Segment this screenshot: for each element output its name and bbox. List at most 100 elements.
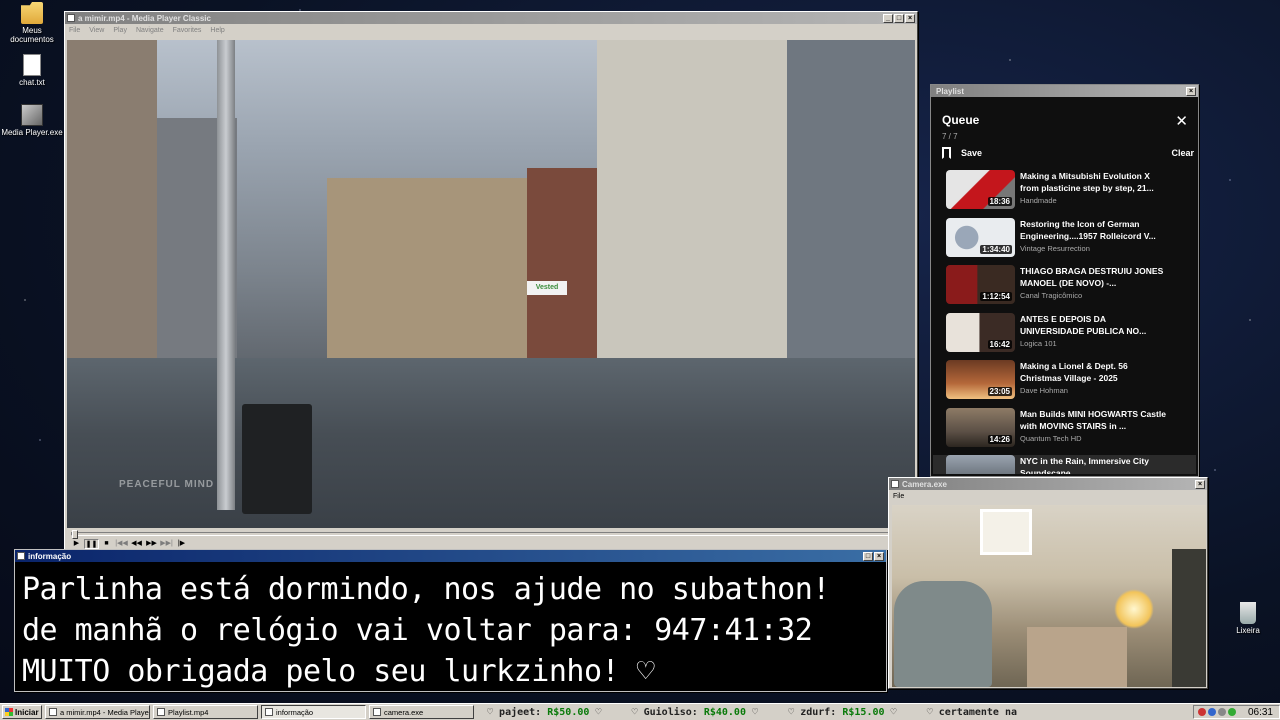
queue-panel: Queue 7 / 7 ✕ Save Clear 18:36 Making a … <box>933 98 1196 474</box>
close-icon[interactable]: ✕ <box>1175 114 1188 129</box>
queue-item[interactable]: 1:12:54 THIAGO BRAGA DESTRUIU JONES MANO… <box>946 265 1196 313</box>
queue-item-current[interactable]: NYC in the Rain, Immersive City Soundsca… <box>933 455 1196 474</box>
menu-play[interactable]: Play <box>113 27 127 34</box>
video-thumbnail: 14:26 <box>946 407 1015 447</box>
maximize-button[interactable]: □ <box>863 551 873 561</box>
video-frame[interactable]: Vested PEACEFUL MIND <box>67 40 915 528</box>
menu-help[interactable]: Help <box>210 27 224 34</box>
save-label: Save <box>961 148 983 158</box>
maximize-button[interactable]: □ <box>894 13 904 23</box>
donation-amount: R$50.00 <box>547 706 590 718</box>
stop-button[interactable]: ■ <box>99 539 114 549</box>
building <box>597 40 787 368</box>
video-title: Man Builds MINI HOGWARTS Castle with MOV… <box>1020 408 1166 431</box>
desktop-icon-chat[interactable]: chat.txt <box>0 54 64 87</box>
video-duration: 1:34:40 <box>980 244 1012 254</box>
heart-icon: ♡ <box>890 706 897 718</box>
channel-name: Logica 101 <box>1020 338 1057 348</box>
save-button[interactable]: Save <box>942 147 982 159</box>
heart-icon: ♡ <box>788 706 801 718</box>
playlist-window[interactable]: Playlist × Queue 7 / 7 ✕ Save Clear 18:3… <box>930 84 1199 477</box>
frame-step-button[interactable]: |▶ <box>174 539 189 549</box>
task-label: informação <box>276 707 314 717</box>
previous-button[interactable]: |◀◀ <box>114 539 129 549</box>
clear-button[interactable]: Clear <box>1171 148 1194 158</box>
menu-view[interactable]: View <box>89 27 104 34</box>
building <box>787 40 915 368</box>
queue-item[interactable]: 23:05 Making a Lionel & Dept. 56 Christm… <box>946 360 1196 408</box>
video-duration: 18:36 <box>987 197 1012 206</box>
channel-name: Dave Hohman <box>1020 386 1068 395</box>
tray-icon[interactable] <box>1197 708 1206 716</box>
info-titlebar[interactable]: informação □ × <box>15 550 886 562</box>
video-title: Making a Mitsubishi Evolution X from pla… <box>1020 171 1154 193</box>
task-info[interactable]: informação <box>261 705 366 719</box>
start-button[interactable]: Iniciar <box>2 705 42 719</box>
camera-titlebar[interactable]: Camera.exe × <box>889 478 1207 490</box>
seek-thumb[interactable] <box>72 530 78 539</box>
heart-icon: ♡ <box>926 706 939 718</box>
task-list: a mimir.mp4 - Media Playe... Playlist.mp… <box>45 705 477 719</box>
queue-item[interactable]: 14:26 Man Builds MINI HOGWARTS Castle wi… <box>946 407 1196 456</box>
menu-navigate[interactable]: Navigate <box>136 27 164 34</box>
desktop-icon-label: Meus documentos <box>10 26 54 44</box>
task-media-player[interactable]: a mimir.mp4 - Media Playe... <box>45 705 150 719</box>
windows-logo-icon <box>5 708 13 716</box>
exe-icon <box>21 104 43 126</box>
pause-button[interactable]: ❚❚ <box>84 539 99 549</box>
info-window[interactable]: informação □ × Parlinha está dormindo, n… <box>14 549 887 692</box>
window-title: informação <box>28 551 72 561</box>
queue-item[interactable]: 16:42 ANTES E DEPOIS DA UNIVERSIDADE PUB… <box>946 312 1196 361</box>
next-button[interactable]: ▶▶| <box>159 539 174 549</box>
desktop-icon-label: chat.txt <box>19 78 45 87</box>
menu-file[interactable]: File <box>69 27 80 34</box>
heart-icon: ♡ <box>595 706 602 718</box>
play-button[interactable]: ▶ <box>69 539 84 549</box>
tray-icon[interactable] <box>1207 708 1216 716</box>
tray-icon[interactable] <box>1227 708 1236 716</box>
camera-window[interactable]: Camera.exe × File <box>888 477 1208 689</box>
recycle-bin-icon <box>1240 602 1256 624</box>
window-title: a mimir.mp4 - Media Player Classic <box>78 13 211 23</box>
forward-button[interactable]: ▶▶ <box>144 539 159 549</box>
playlist-titlebar[interactable]: Playlist × <box>931 85 1198 97</box>
queue-item[interactable]: 18:36 Making a Mitsubishi Evolution X fr… <box>946 170 1196 218</box>
taskbar: Iniciar a mimir.mp4 - Media Playe... Pla… <box>0 703 1280 720</box>
media-player-titlebar[interactable]: a mimir.mp4 - Media Player Classic _ □ × <box>65 12 917 24</box>
channel-name: Canal Tragicômico <box>1020 291 1083 300</box>
minimize-button[interactable]: _ <box>883 13 893 23</box>
camera-feed <box>892 505 1206 687</box>
text-file-icon <box>23 54 41 76</box>
window-title: Camera.exe <box>902 479 947 489</box>
close-button[interactable]: × <box>874 551 884 561</box>
close-button[interactable]: × <box>905 13 915 23</box>
menu-favorites[interactable]: Favorites <box>173 27 202 34</box>
task-camera[interactable]: camera.exe <box>369 705 474 719</box>
video-title: ANTES E DEPOIS DA UNIVERSIDADE PUBLICA N… <box>1020 313 1147 336</box>
close-button[interactable]: × <box>1186 86 1196 96</box>
info-message: Parlinha está dormindo, nos ajude no sub… <box>15 563 886 691</box>
donor-name: zdurf: <box>800 706 837 718</box>
donor-name: pajeet: <box>499 706 542 718</box>
queue-item[interactable]: 1:34:40 Restoring the Icon of German Eng… <box>946 217 1196 266</box>
window-light <box>980 509 1032 555</box>
video-duration: 16:42 <box>987 339 1012 349</box>
ticker-text: certamente na <box>938 706 1018 718</box>
task-playlist[interactable]: Playlist.mp4 <box>153 705 258 719</box>
clock[interactable]: 06:31 <box>1248 707 1273 718</box>
info-line-subathon: Parlinha está dormindo, nos ajude no sub… <box>22 572 830 607</box>
video-title: Making a Lionel & Dept. 56 Christmas Vil… <box>1020 361 1128 383</box>
desktop-icon-media-player[interactable]: Media Player.exe <box>0 104 64 137</box>
close-button[interactable]: × <box>1195 479 1205 489</box>
desktop-icon-recycle-bin[interactable]: Lixeira <box>1216 602 1280 635</box>
menu-bar: File <box>889 490 1207 502</box>
tray-icon[interactable] <box>1217 708 1226 716</box>
task-label: a mimir.mp4 - Media Playe... <box>60 707 150 717</box>
media-player-window[interactable]: a mimir.mp4 - Media Player Classic _ □ ×… <box>64 11 918 551</box>
rewind-button[interactable]: ◀◀ <box>129 539 144 549</box>
heart-icon: ♡ <box>631 706 644 718</box>
info-app-icon <box>265 708 273 716</box>
seek-bar[interactable] <box>71 530 907 539</box>
desktop-icon-documents[interactable]: Meus documentos <box>0 2 64 44</box>
menu-file[interactable]: File <box>893 493 904 500</box>
